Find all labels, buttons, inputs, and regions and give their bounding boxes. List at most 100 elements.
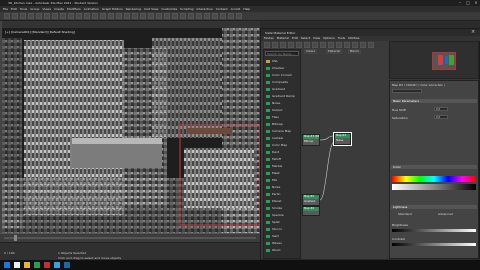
sme-toolbar-button[interactable] [344,42,350,48]
toolbar-button[interactable] [172,13,178,19]
taskbar-app-icon[interactable] [4,262,10,268]
toolbar-button[interactable] [164,13,170,19]
browser-map-item[interactable]: Speckle [266,213,284,217]
browser-map-item[interactable]: Planet [266,199,281,203]
toolbar-button[interactable] [220,13,226,19]
browser-map-item[interactable]: Wood [266,248,280,252]
browser-map-item[interactable]: Mask [266,171,280,175]
taskbar-app-icon[interactable] [54,262,60,268]
browser-map-item[interactable]: Gradient Ramp [266,94,295,98]
radio-standard[interactable]: Standard [398,212,412,216]
browser-map-item[interactable]: Perlin [266,192,280,196]
sme-close-icon[interactable]: × [471,29,475,35]
browser-map-item[interactable]: Marble [266,164,282,168]
rollout-color[interactable]: Color [391,165,477,169]
browser-map-item[interactable]: Color Map [266,143,287,147]
toolbar-button[interactable] [68,13,74,19]
sme-toolbar-button[interactable] [320,42,326,48]
browser-map-item[interactable]: Waves [266,241,282,245]
browser-map-item[interactable]: Color Correct [266,73,292,77]
brightness-slider[interactable] [392,229,476,232]
toolbar-button[interactable] [156,13,162,19]
browser-map-item[interactable]: Bitmap [266,122,283,126]
toolbar-button[interactable] [108,13,114,19]
toolbar-button[interactable] [4,13,10,19]
toolbar-button[interactable] [180,13,186,19]
param-hue-field[interactable]: 0.0 [434,107,448,111]
sme-toolbar-button[interactable] [352,42,358,48]
toolbar-button[interactable] [76,13,82,19]
camera-viewport[interactable]: [+] [Camera001] [Standard] [Default Shad… [2,28,260,233]
toolbar-button[interactable] [236,13,242,19]
browser-map-item[interactable]: Mix [266,178,277,182]
toolbar-button[interactable] [36,13,42,19]
browser-map-item[interactable]: Gradient [266,87,285,91]
taskbar-app-icon[interactable] [34,262,40,268]
sme-toolbar-button[interactable] [272,42,278,48]
node-map-5[interactable]: Map #5 Gradient [302,194,320,206]
browser-map-item[interactable]: Falloff [266,157,281,161]
toolbar-button[interactable] [92,13,98,19]
sme-toolbar-button[interactable] [328,42,334,48]
taskbar-app-icon[interactable] [24,262,30,268]
toolbar-button[interactable] [116,13,122,19]
taskbar-app-icon[interactable] [44,262,50,268]
browser-map-item[interactable]: Splat [266,220,280,224]
sme-toolbar-button[interactable] [312,42,318,48]
browser-map-item[interactable]: Checker [266,66,284,70]
toolbar-button[interactable] [188,13,194,19]
toolbar-button[interactable] [12,13,18,19]
node-map-3[interactable]: Map #3 (Bitmap) Bitmap [302,134,320,146]
browser-map-item[interactable]: Swirl [266,234,279,238]
toolbar-button[interactable] [52,13,58,19]
node-map-6[interactable]: Map #6 [302,206,320,216]
browser-map-item[interactable]: Stucco [266,227,282,231]
browser-map-item[interactable]: Composite [266,80,288,84]
sme-toolbar-button[interactable] [288,42,294,48]
sme-toolbar-button[interactable] [368,42,374,48]
toolbar-button[interactable] [140,13,146,19]
toolbar-button[interactable] [20,13,26,19]
taskbar-app-icon[interactable] [14,262,20,268]
sme-toolbar-button[interactable] [304,42,310,48]
browser-map-item[interactable]: Noise [266,185,280,189]
toolbar-button[interactable] [124,13,130,19]
viewport-label[interactable]: [+] [Camera001] [Standard] [Default Shad… [5,30,75,34]
browser-map-item[interactable]: Smoke [266,206,282,210]
toolbar-button[interactable] [60,13,66,19]
browser-map-item[interactable]: Dent [266,150,279,154]
toolbar-button[interactable] [148,13,154,19]
browser-map-item[interactable]: OSL [266,59,278,63]
browser-map-item[interactable]: Output [266,108,282,112]
browser-map-item[interactable]: Noise [266,101,280,105]
toolbar-button[interactable] [28,13,34,19]
param-map-field[interactable] [392,89,422,93]
time-slider-knob[interactable] [14,235,17,241]
sme-toolbar-button[interactable] [296,42,302,48]
browser-search-input[interactable]: Search by Name ... [265,51,299,56]
sme-toolbar-button[interactable] [264,42,270,48]
toolbar-button[interactable] [196,13,202,19]
toolbar-button[interactable] [44,13,50,19]
node-graph-view[interactable]: View1MaterialBlend Map #3 (Bitmap) Bitma… [302,49,387,259]
toolbar-button[interactable] [228,13,234,19]
toolbar-button[interactable] [132,13,138,19]
sme-toolbar-button[interactable] [336,42,342,48]
hue-spectrum[interactable] [392,176,476,182]
toolbar-button[interactable] [204,13,210,19]
node-map-4[interactable]: Map #4 Noise [333,132,352,146]
rollout-basic-params[interactable]: Basic Parameters [391,99,477,103]
time-slider-track[interactable] [4,237,256,239]
contrast-slider[interactable] [392,243,476,246]
browser-map-item[interactable]: Tiles [266,115,279,119]
param-sat-field[interactable]: 0.0 [434,115,448,119]
toolbar-button[interactable] [212,13,218,19]
taskbar-app-icon[interactable] [64,262,70,268]
radio-advanced[interactable]: Advanced [438,212,453,216]
navigator-panel[interactable] [389,41,479,79]
sme-toolbar-button[interactable] [280,42,286,48]
browser-map-item[interactable]: Cellular [266,136,283,140]
sme-toolbar-button[interactable] [360,42,366,48]
toolbar-button[interactable] [84,13,90,19]
browser-map-item[interactable]: Camera Map [266,129,291,133]
